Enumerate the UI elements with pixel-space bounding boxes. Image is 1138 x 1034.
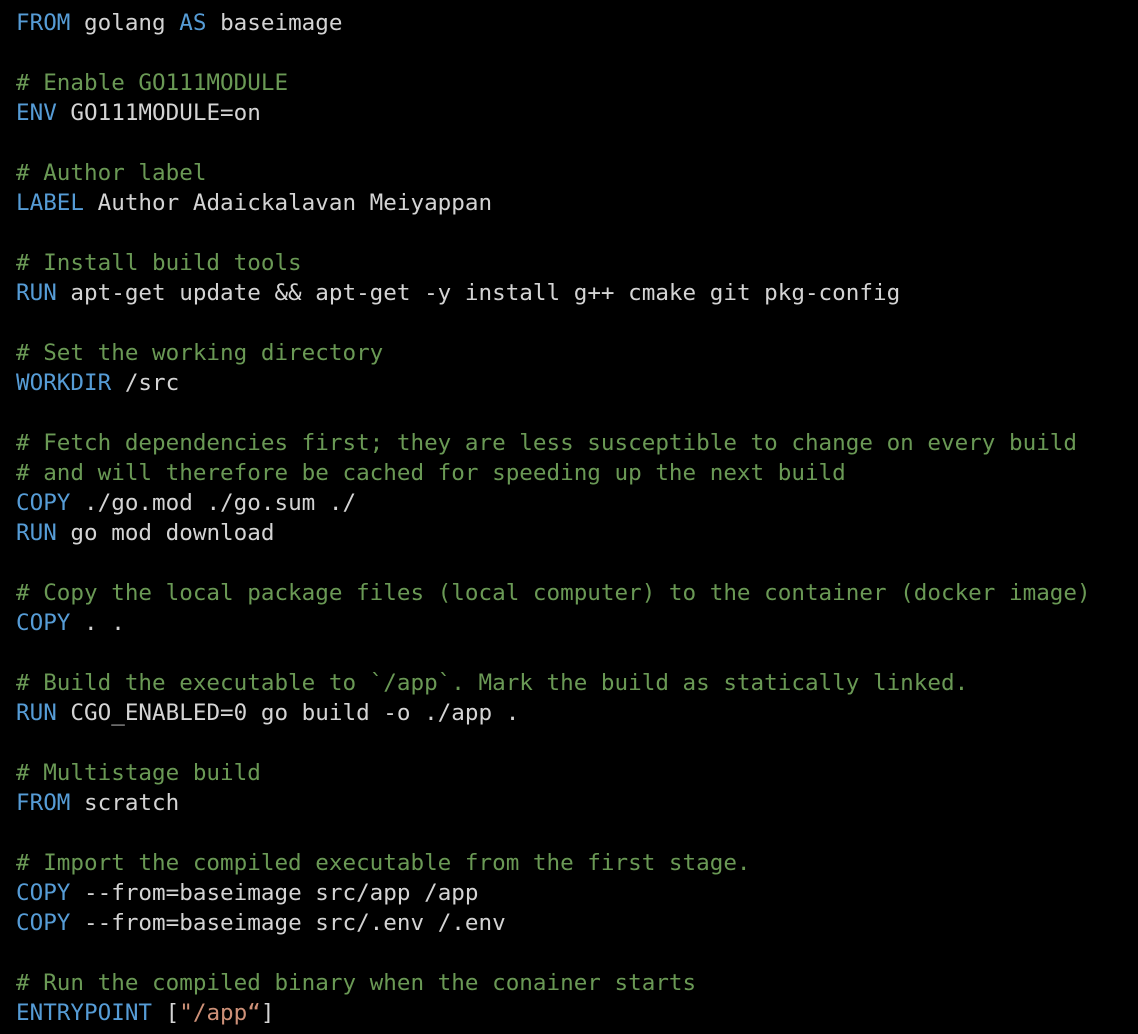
code-line[interactable]: # Run the compiled binary when the conai… [16, 968, 1138, 998]
code-line[interactable]: ENTRYPOINT ["/app“] [16, 998, 1138, 1028]
code-line[interactable]: COPY ./go.mod ./go.sum ./ [16, 488, 1138, 518]
instruction-keyword: AS [179, 10, 207, 36]
code-line[interactable]: ENV GO111MODULE=on [16, 98, 1138, 128]
code-line[interactable] [16, 38, 1138, 68]
instruction-arguments: . . [70, 610, 125, 636]
instruction-arguments: scratch [70, 790, 180, 816]
instruction-keyword: RUN [16, 700, 57, 726]
code-line[interactable] [16, 818, 1138, 848]
code-line[interactable] [16, 128, 1138, 158]
code-line[interactable]: COPY . . [16, 608, 1138, 638]
instruction-keyword: COPY [16, 490, 71, 516]
comment-text: # Copy the local package files (local co… [16, 580, 1091, 606]
comment-text: # Build the executable to `/app`. Mark t… [16, 670, 969, 696]
instruction-keyword: FROM [16, 790, 71, 816]
instruction-arguments: Author Adaickalavan Meiyappan [84, 190, 493, 216]
comment-text: # Set the working directory [16, 340, 384, 366]
code-line[interactable]: WORKDIR /src [16, 368, 1138, 398]
instruction-arguments: CGO_ENABLED=0 go build -o ./app . [56, 700, 520, 726]
instruction-arguments: GO111MODULE=on [56, 100, 261, 126]
code-line[interactable]: # Multistage build [16, 758, 1138, 788]
comment-text: # Fetch dependencies first; they are les… [16, 430, 1078, 456]
code-line[interactable]: COPY --from=baseimage src/app /app [16, 878, 1138, 908]
instruction-arguments: apt-get update && apt-get -y install g++… [56, 280, 901, 306]
code-line[interactable]: # and will therefore be cached for speed… [16, 458, 1138, 488]
instruction-arguments: go mod download [56, 520, 275, 546]
code-line[interactable]: RUN CGO_ENABLED=0 go build -o ./app . [16, 698, 1138, 728]
comment-text: # Multistage build [16, 760, 261, 786]
instruction-keyword: ENV [16, 100, 57, 126]
code-line[interactable]: # Author label [16, 158, 1138, 188]
code-line[interactable]: LABEL Author Adaickalavan Meiyappan [16, 188, 1138, 218]
string-literal: "/app“ [179, 1000, 261, 1026]
instruction-keyword: RUN [16, 520, 57, 546]
comment-text: # Install build tools [16, 250, 302, 276]
instruction-keyword: LABEL [16, 190, 85, 216]
instruction-keyword: ENTRYPOINT [16, 1000, 153, 1026]
instruction-keyword: WORKDIR [16, 370, 112, 396]
code-line[interactable] [16, 218, 1138, 248]
code-line[interactable] [16, 398, 1138, 428]
code-line[interactable]: FROM scratch [16, 788, 1138, 818]
code-line[interactable]: # Build the executable to `/app`. Mark t… [16, 668, 1138, 698]
comment-text: # and will therefore be cached for speed… [16, 460, 846, 486]
code-line[interactable]: COPY --from=baseimage src/.env /.env [16, 908, 1138, 938]
instruction-arguments: /src [111, 370, 180, 396]
instruction-arguments: golang [70, 10, 180, 36]
instruction-keyword: COPY [16, 880, 71, 906]
code-editor[interactable]: FROM golang AS baseimage # Enable GO111MO… [16, 8, 1138, 1028]
instruction-keyword: RUN [16, 280, 57, 306]
instruction-keyword: COPY [16, 910, 71, 936]
comment-text: # Run the compiled binary when the conai… [16, 970, 697, 996]
code-line[interactable]: FROM golang AS baseimage [16, 8, 1138, 38]
instruction-arguments: --from=baseimage src/app /app [70, 880, 479, 906]
instruction-arguments: --from=baseimage src/.env /.env [70, 910, 506, 936]
instruction-arguments: ] [260, 1000, 275, 1026]
code-line[interactable]: # Copy the local package files (local co… [16, 578, 1138, 608]
instruction-keyword: COPY [16, 610, 71, 636]
code-line[interactable] [16, 548, 1138, 578]
instruction-arguments: [ [152, 1000, 180, 1026]
code-line[interactable]: # Fetch dependencies first; they are les… [16, 428, 1138, 458]
code-line[interactable] [16, 938, 1138, 968]
code-line[interactable]: # Import the compiled executable from th… [16, 848, 1138, 878]
code-line[interactable]: RUN go mod download [16, 518, 1138, 548]
comment-text: # Author label [16, 160, 207, 186]
code-line[interactable] [16, 308, 1138, 338]
code-line[interactable] [16, 638, 1138, 668]
code-line[interactable]: # Install build tools [16, 248, 1138, 278]
code-line[interactable]: # Enable GO111MODULE [16, 68, 1138, 98]
code-line[interactable]: RUN apt-get update && apt-get -y install… [16, 278, 1138, 308]
instruction-keyword: FROM [16, 10, 71, 36]
instruction-arguments: baseimage [206, 10, 343, 36]
comment-text: # Enable GO111MODULE [16, 70, 289, 96]
code-line[interactable]: # Set the working directory [16, 338, 1138, 368]
comment-text: # Import the compiled executable from th… [16, 850, 751, 876]
code-line[interactable] [16, 728, 1138, 758]
instruction-arguments: ./go.mod ./go.sum ./ [70, 490, 357, 516]
